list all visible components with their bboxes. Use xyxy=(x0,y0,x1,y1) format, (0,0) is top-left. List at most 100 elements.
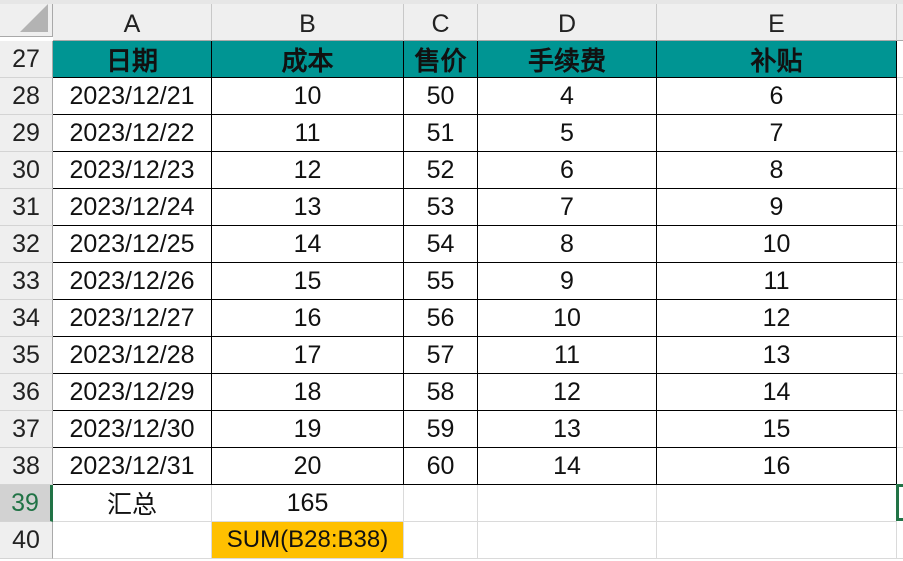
column-header-c[interactable]: C xyxy=(404,4,478,41)
row-header[interactable]: 31 xyxy=(0,189,53,226)
empty-cell[interactable] xyxy=(897,522,903,559)
table-row-cell[interactable]: 9 xyxy=(657,189,897,226)
cell[interactable] xyxy=(897,337,903,374)
table-row-cell[interactable]: 6 xyxy=(478,152,657,189)
table-header-cell[interactable]: 日期 xyxy=(53,41,212,78)
row-header[interactable]: 40 xyxy=(0,522,53,559)
table-row-cell[interactable]: 14 xyxy=(657,374,897,411)
table-row-cell[interactable]: 2023/12/25 xyxy=(53,226,212,263)
column-header-b[interactable]: B xyxy=(212,4,404,41)
table-row-cell[interactable]: 59 xyxy=(404,411,478,448)
table-row-cell[interactable]: 2023/12/21 xyxy=(53,78,212,115)
table-row-cell[interactable]: 13 xyxy=(212,189,404,226)
table-row-cell[interactable]: 6 xyxy=(657,78,897,115)
empty-cell[interactable] xyxy=(657,485,897,522)
row-header[interactable]: 33 xyxy=(0,263,53,300)
table-row-cell[interactable]: 60 xyxy=(404,448,478,485)
row-header[interactable]: 36 xyxy=(0,374,53,411)
table-row-cell[interactable]: 57 xyxy=(404,337,478,374)
table-row-cell[interactable]: 5 xyxy=(478,115,657,152)
selected-cell-outline[interactable] xyxy=(896,484,903,521)
row-header[interactable]: 37 xyxy=(0,411,53,448)
table-row-cell[interactable]: 13 xyxy=(657,337,897,374)
table-row-cell[interactable]: 18 xyxy=(212,374,404,411)
table-row-cell[interactable]: 15 xyxy=(657,411,897,448)
column-header-a[interactable]: A xyxy=(53,4,212,41)
table-row-cell[interactable]: 2023/12/30 xyxy=(53,411,212,448)
empty-cell[interactable] xyxy=(478,522,657,559)
row-header[interactable]: 34 xyxy=(0,300,53,337)
table-row-cell[interactable]: 10 xyxy=(478,300,657,337)
table-row-cell[interactable]: 12 xyxy=(478,374,657,411)
table-row-cell[interactable]: 11 xyxy=(657,263,897,300)
table-row-cell[interactable]: 19 xyxy=(212,411,404,448)
table-row-cell[interactable]: 7 xyxy=(478,189,657,226)
table-row-cell[interactable]: 58 xyxy=(404,374,478,411)
table-row-cell[interactable]: 8 xyxy=(478,226,657,263)
row-header[interactable]: 30 xyxy=(0,152,53,189)
row-header[interactable]: 35 xyxy=(0,337,53,374)
table-row-cell[interactable]: 11 xyxy=(478,337,657,374)
empty-cell[interactable] xyxy=(404,522,478,559)
table-row-cell[interactable]: 7 xyxy=(657,115,897,152)
table-row-cell[interactable]: 10 xyxy=(657,226,897,263)
table-row-cell[interactable]: 52 xyxy=(404,152,478,189)
table-row-cell[interactable]: 12 xyxy=(657,300,897,337)
table-row-cell[interactable]: 50 xyxy=(404,78,478,115)
cell[interactable] xyxy=(897,263,903,300)
table-row-cell[interactable]: 2023/12/31 xyxy=(53,448,212,485)
table-row-cell[interactable]: 54 xyxy=(404,226,478,263)
table-row-cell[interactable]: 2023/12/24 xyxy=(53,189,212,226)
cell[interactable] xyxy=(897,115,903,152)
row-header[interactable]: 28 xyxy=(0,78,53,115)
cell[interactable] xyxy=(897,226,903,263)
column-header-f[interactable] xyxy=(897,4,903,41)
table-row-cell[interactable]: 2023/12/28 xyxy=(53,337,212,374)
cell[interactable] xyxy=(897,152,903,189)
table-header-cell[interactable]: 补贴 xyxy=(657,41,897,78)
table-row-cell[interactable]: 2023/12/29 xyxy=(53,374,212,411)
table-row-cell[interactable]: 56 xyxy=(404,300,478,337)
cell[interactable] xyxy=(897,300,903,337)
row-header[interactable]: 32 xyxy=(0,226,53,263)
row-header[interactable]: 29 xyxy=(0,115,53,152)
cell[interactable] xyxy=(897,448,903,485)
column-header-e[interactable]: E xyxy=(657,4,897,41)
cell[interactable] xyxy=(897,374,903,411)
table-row-cell[interactable]: 16 xyxy=(657,448,897,485)
table-row-cell[interactable]: 11 xyxy=(212,115,404,152)
table-row-cell[interactable]: 55 xyxy=(404,263,478,300)
table-header-cell[interactable]: 售价 xyxy=(404,41,478,78)
table-row-cell[interactable]: 10 xyxy=(212,78,404,115)
cell[interactable] xyxy=(897,41,903,78)
empty-cell[interactable] xyxy=(53,522,212,559)
summary-total-cell[interactable]: 165 xyxy=(212,485,404,522)
table-row-cell[interactable]: 15 xyxy=(212,263,404,300)
cell[interactable] xyxy=(897,411,903,448)
row-header-selected[interactable]: 39 xyxy=(0,485,53,522)
table-row-cell[interactable]: 16 xyxy=(212,300,404,337)
table-row-cell[interactable]: 14 xyxy=(212,226,404,263)
table-row-cell[interactable]: 17 xyxy=(212,337,404,374)
table-row-cell[interactable]: 14 xyxy=(478,448,657,485)
table-header-cell[interactable]: 成本 xyxy=(212,41,404,78)
empty-cell[interactable] xyxy=(657,522,897,559)
cell[interactable] xyxy=(897,78,903,115)
table-row-cell[interactable]: 2023/12/26 xyxy=(53,263,212,300)
table-header-cell[interactable]: 手续费 xyxy=(478,41,657,78)
empty-cell[interactable] xyxy=(404,485,478,522)
table-row-cell[interactable]: 2023/12/23 xyxy=(53,152,212,189)
table-row-cell[interactable]: 4 xyxy=(478,78,657,115)
table-row-cell[interactable]: 2023/12/27 xyxy=(53,300,212,337)
table-row-cell[interactable]: 9 xyxy=(478,263,657,300)
table-row-cell[interactable]: 51 xyxy=(404,115,478,152)
cell[interactable] xyxy=(897,189,903,226)
table-row-cell[interactable]: 53 xyxy=(404,189,478,226)
table-row-cell[interactable]: 12 xyxy=(212,152,404,189)
summary-label-cell[interactable]: 汇总 xyxy=(53,485,212,522)
row-header[interactable]: 38 xyxy=(0,448,53,485)
select-all-corner[interactable] xyxy=(0,0,53,37)
column-header-d[interactable]: D xyxy=(478,4,657,41)
row-header[interactable]: 27 xyxy=(0,41,53,78)
table-row-cell[interactable]: 20 xyxy=(212,448,404,485)
